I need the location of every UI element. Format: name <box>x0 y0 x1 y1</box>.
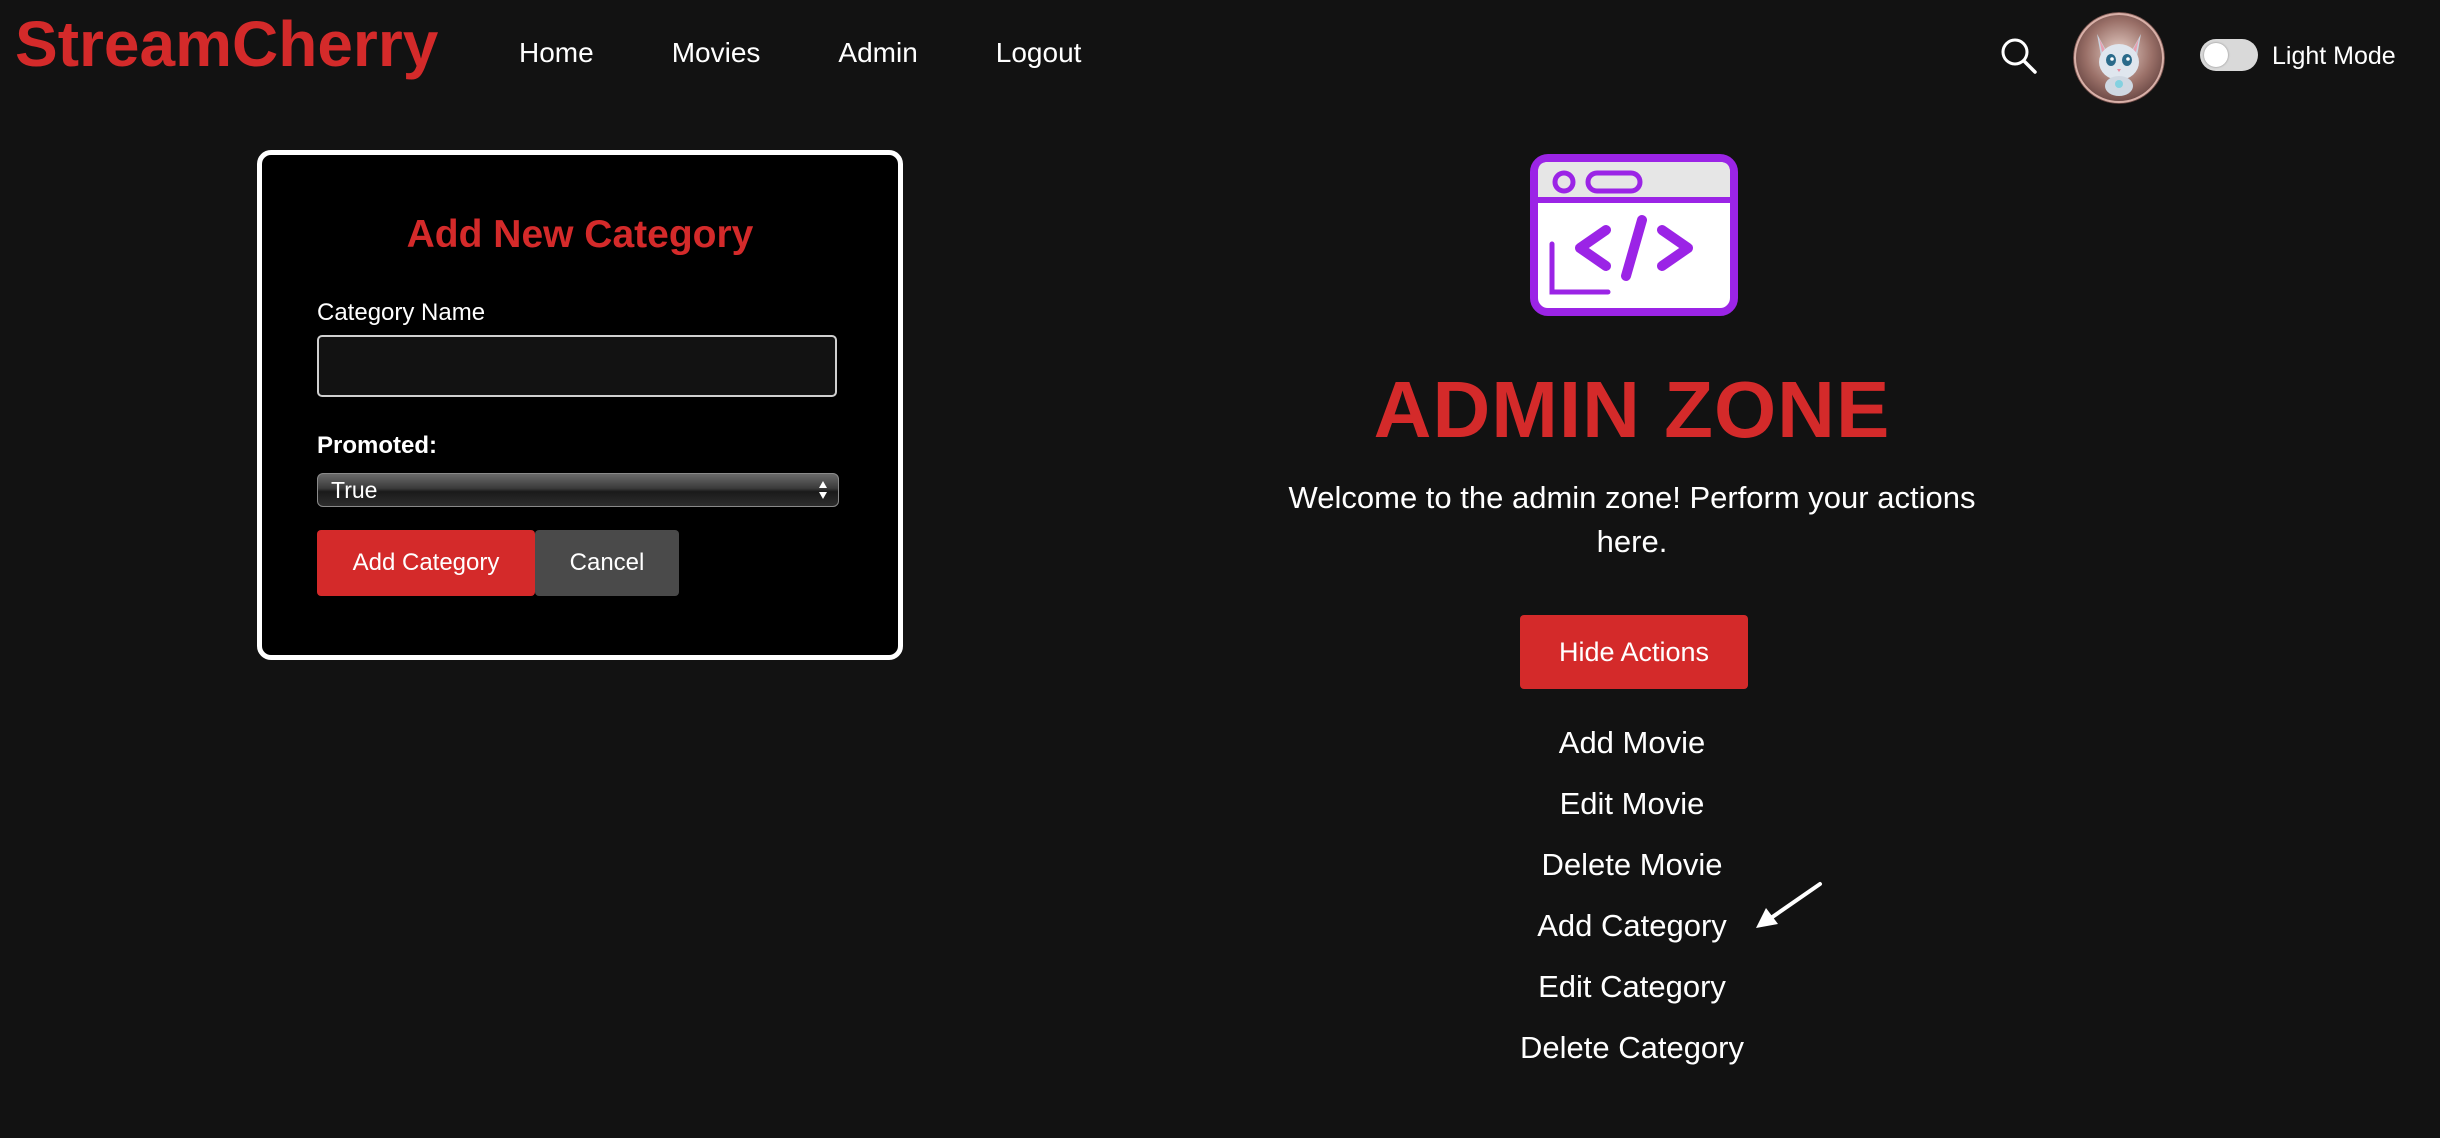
promoted-selected-value: True <box>331 477 378 503</box>
toggle-knob <box>2204 43 2228 67</box>
theme-toggle-label: Light Mode <box>2272 42 2396 70</box>
cat-avatar-icon <box>2073 12 2165 104</box>
action-edit-movie[interactable]: Edit Movie <box>1432 782 1832 843</box>
select-arrows-icon <box>819 481 827 499</box>
form-title: Add New Category <box>406 213 754 256</box>
add-category-form: Add New Category Category Name Promoted:… <box>257 150 903 660</box>
action-add-movie[interactable]: Add Movie <box>1432 721 1832 782</box>
category-name-input[interactable] <box>317 335 837 397</box>
main-nav: Home Movies Admin Logout <box>519 36 1159 70</box>
arrow-pointer-icon <box>1752 880 1824 932</box>
hide-actions-button[interactable]: Hide Actions <box>1520 615 1748 689</box>
theme-toggle[interactable] <box>2200 39 2258 71</box>
top-navbar: StreamCherry Home Movies Admin Logout Li… <box>0 0 2440 110</box>
nav-home[interactable]: Home <box>519 36 594 70</box>
category-name-label: Category Name <box>317 299 486 326</box>
cancel-button[interactable]: Cancel <box>535 530 679 596</box>
brand-logo[interactable]: StreamCherry <box>15 6 438 82</box>
nav-logout[interactable]: Logout <box>996 36 1082 70</box>
promoted-label: Promoted: <box>317 432 437 459</box>
promoted-select[interactable]: True <box>317 473 839 507</box>
search-icon[interactable] <box>1999 36 2039 76</box>
user-avatar[interactable] <box>2073 12 2165 104</box>
nav-admin[interactable]: Admin <box>838 36 917 70</box>
nav-movies[interactable]: Movies <box>672 36 761 70</box>
code-window-icon <box>1530 154 1738 316</box>
add-category-button[interactable]: Add Category <box>317 530 535 596</box>
admin-zone-title: ADMIN ZONE <box>1373 365 1891 454</box>
admin-welcome-text: Welcome to the admin zone! Perform your … <box>1288 480 1976 559</box>
action-delete-category[interactable]: Delete Category <box>1432 1026 1832 1087</box>
action-edit-category[interactable]: Edit Category <box>1432 965 1832 1026</box>
